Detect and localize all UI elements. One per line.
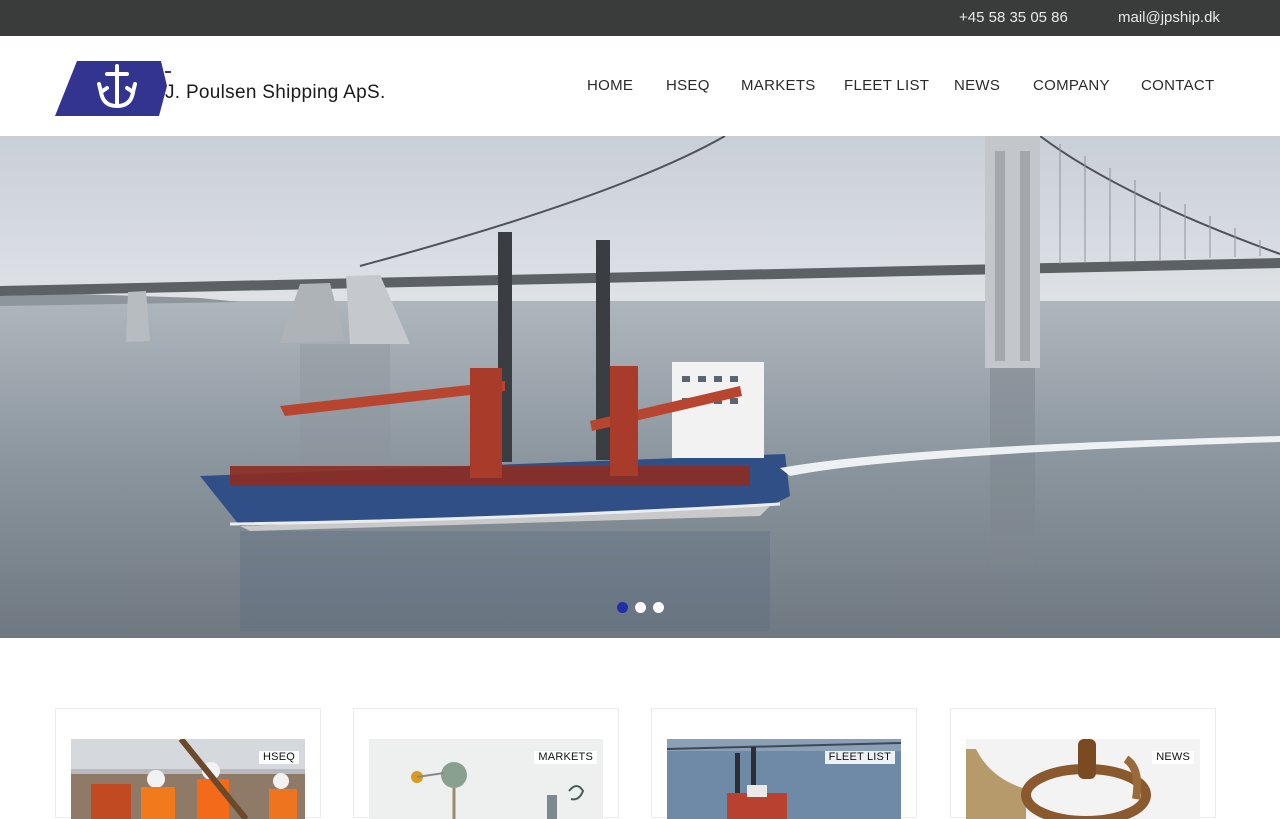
card-label-news: NEWS: [1152, 751, 1194, 764]
card-news[interactable]: NEWS: [950, 708, 1216, 819]
hero-slider[interactable]: [0, 136, 1280, 638]
nav-fleet-list[interactable]: FLEET LIST: [844, 77, 929, 94]
markets-image: MARKETS: [369, 739, 603, 819]
fleet-list-image: FLEET LIST: [667, 739, 901, 819]
nav-home[interactable]: HOME: [587, 77, 633, 94]
top-contact-bar: +45 58 35 05 86 mail@jpship.dk: [0, 0, 1280, 36]
site-header: J. Poulsen Shipping ApS. HOME HSEQ MARKE…: [0, 36, 1280, 136]
main-navigation: HOME HSEQ MARKETS FLEET LIST NEWS COMPAN…: [0, 77, 1280, 97]
phone-link[interactable]: +45 58 35 05 86: [959, 9, 1068, 26]
hseq-image: HSEQ: [71, 739, 305, 819]
card-markets[interactable]: MARKETS: [353, 708, 619, 819]
slider-dot-3[interactable]: [653, 602, 664, 613]
nav-hseq[interactable]: HSEQ: [666, 77, 710, 94]
nav-markets[interactable]: MARKETS: [741, 77, 816, 94]
news-image: NEWS: [966, 739, 1200, 819]
nav-contact[interactable]: CONTACT: [1141, 77, 1214, 94]
email-link[interactable]: mail@jpship.dk: [1118, 9, 1220, 26]
slider-dot-2[interactable]: [635, 602, 646, 613]
card-label-fleet-list: FLEET LIST: [824, 751, 895, 764]
card-label-hseq: HSEQ: [259, 751, 299, 764]
slider-dot-1[interactable]: [617, 602, 628, 613]
card-label-markets: MARKETS: [534, 751, 597, 764]
card-fleet-list[interactable]: FLEET LIST: [651, 708, 917, 819]
hero-image-ship-under-bridge: [0, 136, 1280, 638]
nav-company[interactable]: COMPANY: [1033, 77, 1110, 94]
card-hseq[interactable]: HSEQ: [55, 708, 321, 819]
nav-news[interactable]: NEWS: [954, 77, 1000, 94]
